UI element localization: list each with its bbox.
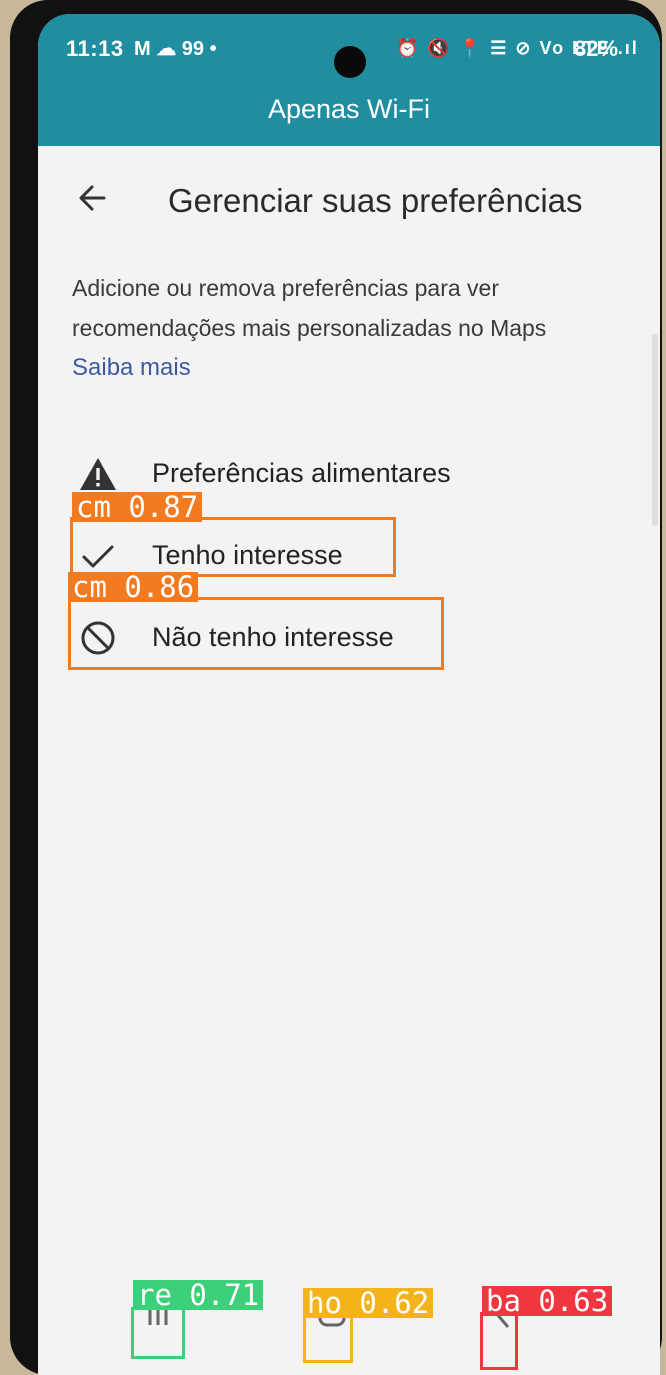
detection-box bbox=[70, 517, 396, 577]
top-bar: 11:13 M ☁ 99 • ⏰ 🔇 📍 ☰ ⊘ Vo LTE .ıl 82% … bbox=[38, 14, 660, 146]
page-header: Gerenciar suas preferências bbox=[38, 166, 660, 236]
scrollbar[interactable] bbox=[652, 334, 658, 526]
detection-label: ba 0.63 bbox=[482, 1286, 613, 1316]
detection-label: ho 0.62 bbox=[303, 1288, 434, 1318]
section-title: Preferências alimentares bbox=[152, 458, 451, 488]
notification-icons: M ☁ 99 • bbox=[134, 38, 217, 60]
learn-more-link[interactable]: Saiba mais bbox=[72, 354, 191, 382]
description-text: Adicione ou remova preferências para ver… bbox=[72, 275, 547, 341]
detection-label: cm 0.86 bbox=[68, 572, 199, 602]
wifi-banner-title: Apenas Wi-Fi bbox=[267, 94, 431, 124]
battery-level: 82% bbox=[574, 36, 619, 61]
detection-box bbox=[131, 1307, 185, 1359]
back-arrow-icon[interactable] bbox=[74, 178, 114, 218]
warning-icon bbox=[78, 454, 118, 494]
camera-cutout bbox=[334, 46, 366, 78]
detection-box bbox=[68, 597, 444, 670]
page-title: Gerenciar suas preferências bbox=[168, 182, 583, 219]
detection-label: re 0.71 bbox=[133, 1280, 264, 1310]
status-bar: 11:13 M ☁ 99 • ⏰ 🔇 📍 ☰ ⊘ Vo LTE .ıl 82% bbox=[38, 32, 660, 78]
status-time: 11:13 bbox=[66, 36, 124, 61]
detection-box bbox=[480, 1312, 518, 1370]
detection-label: cm 0.87 bbox=[72, 492, 203, 522]
screen: 11:13 M ☁ 99 • ⏰ 🔇 📍 ☰ ⊘ Vo LTE .ıl 82% … bbox=[38, 14, 660, 1375]
detection-box bbox=[303, 1313, 353, 1363]
